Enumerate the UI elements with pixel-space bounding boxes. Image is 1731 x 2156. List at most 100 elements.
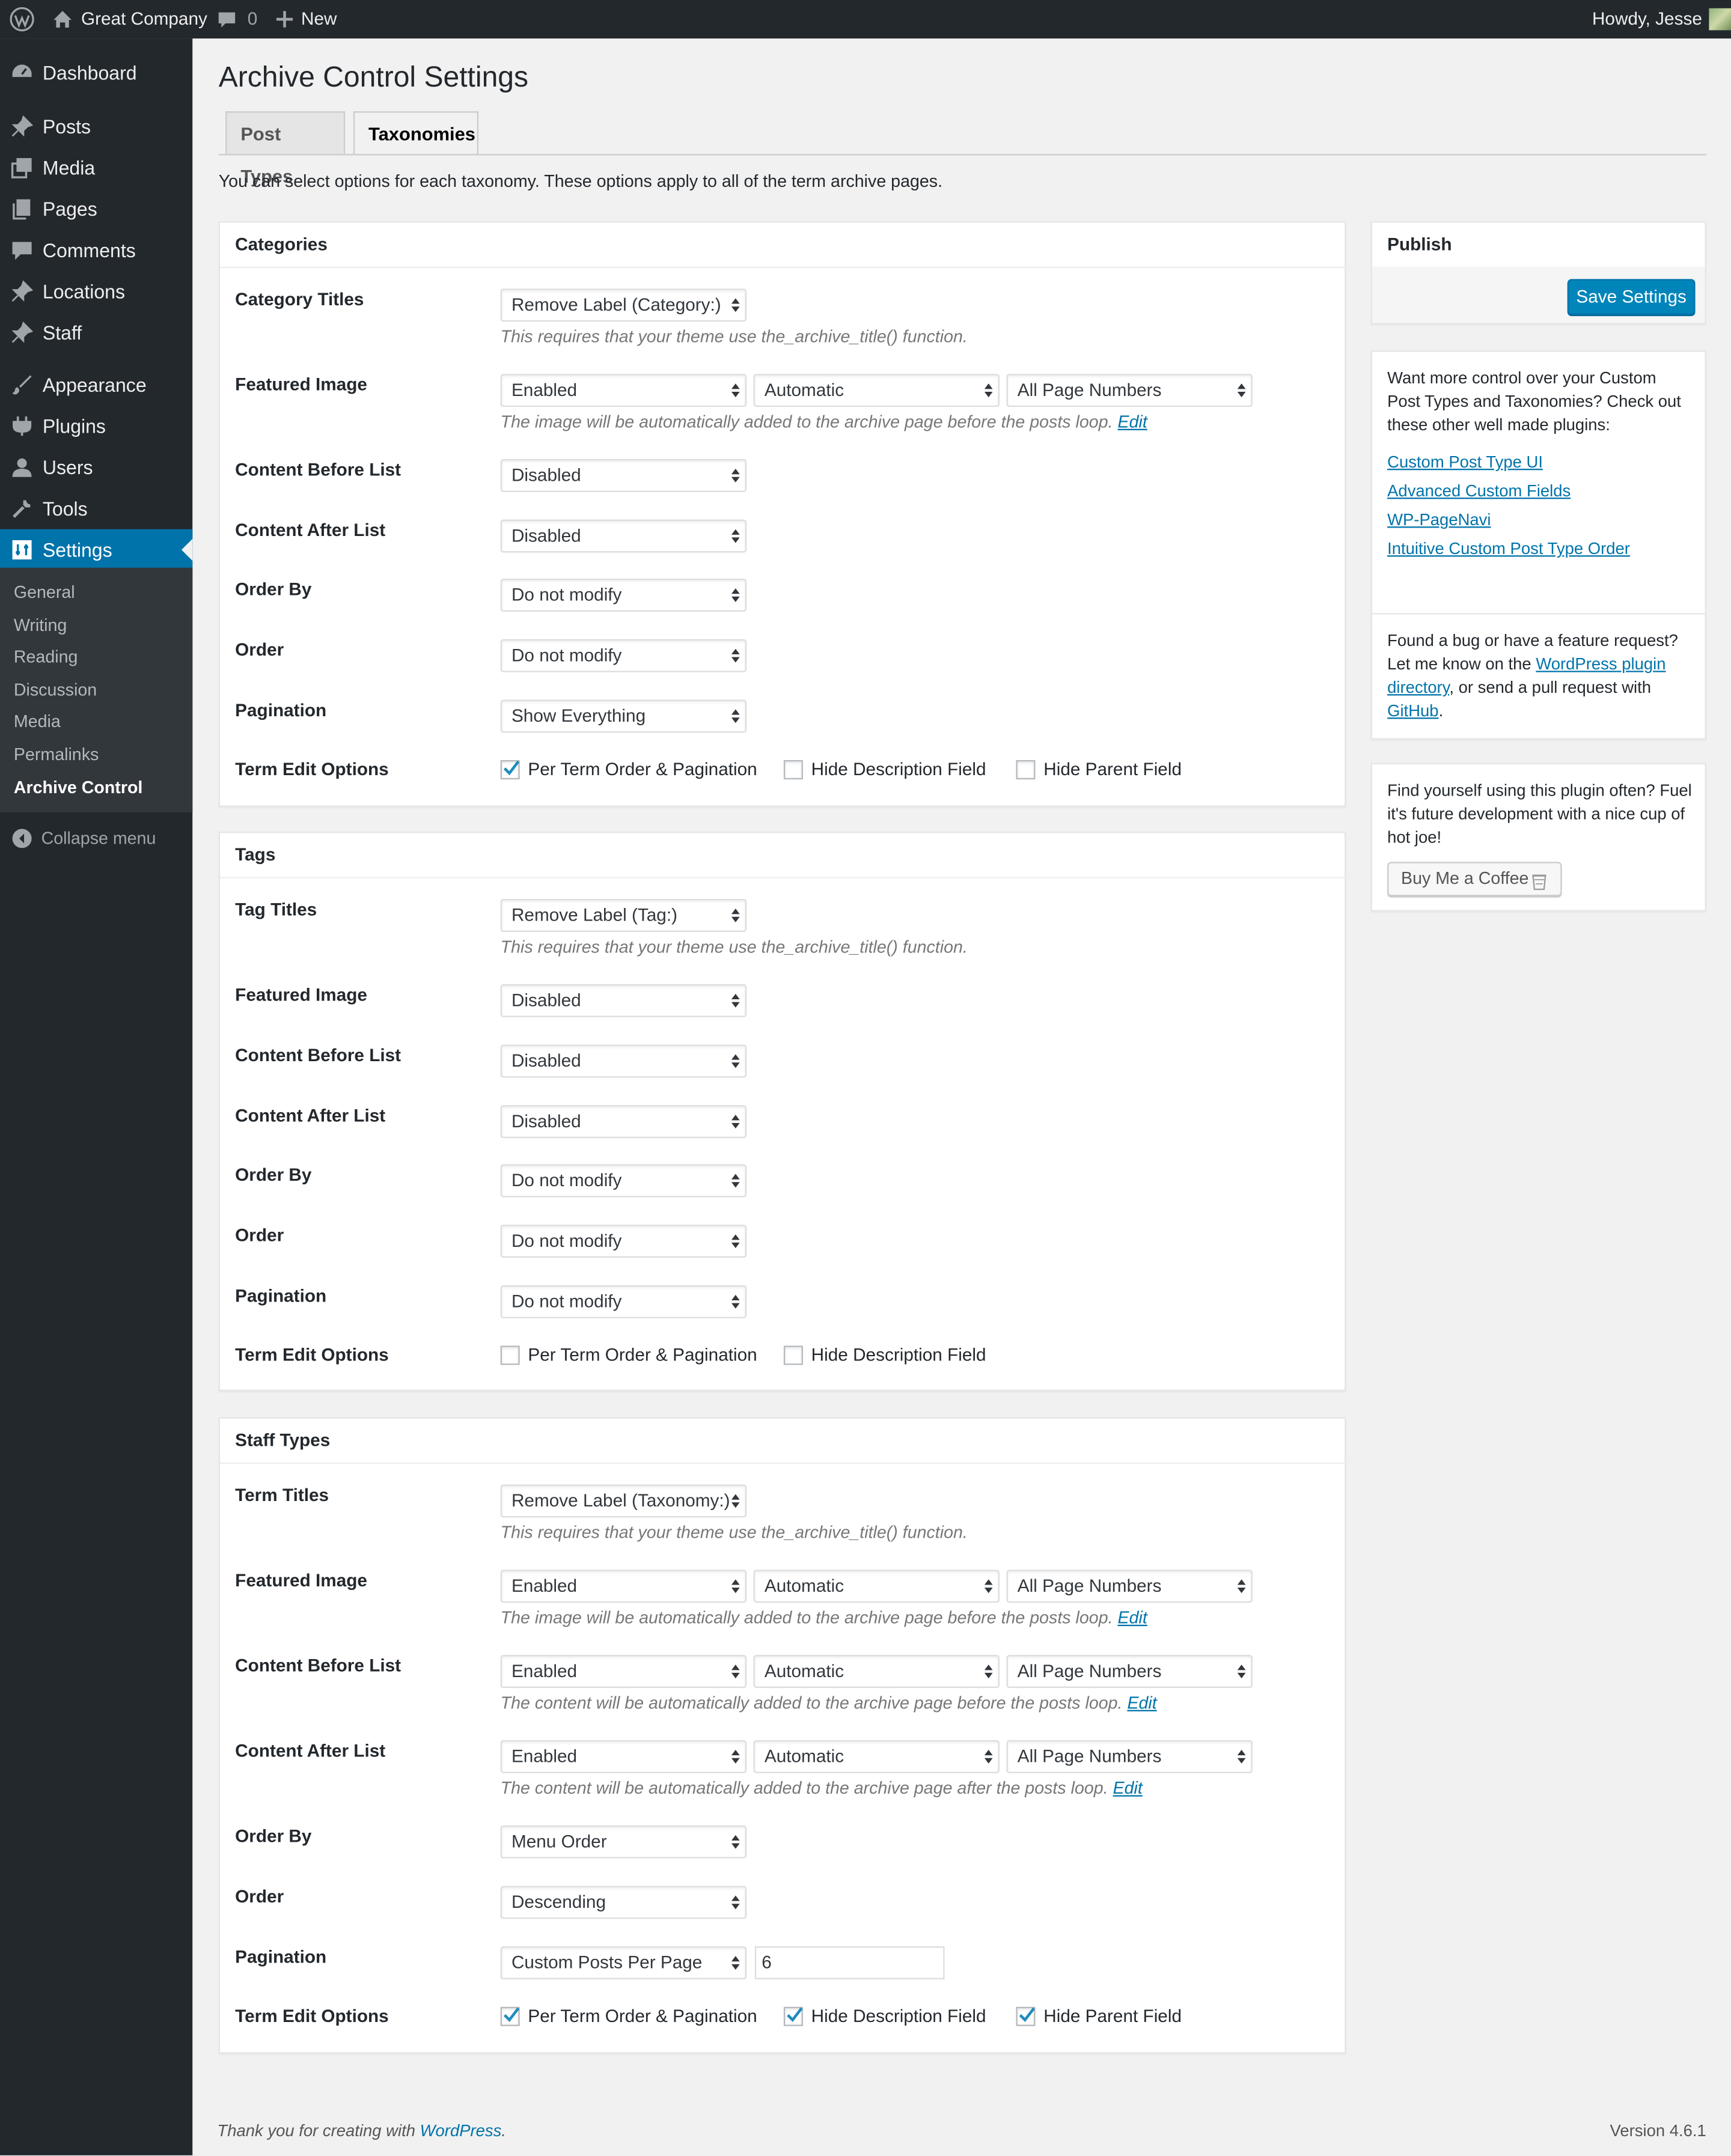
featured-image-pages-select[interactable]: All Page Numbers <box>1006 1570 1253 1603</box>
site-name: Great Company <box>81 8 207 29</box>
sidebar-item-staff[interactable]: Staff <box>0 312 192 353</box>
content-after-select[interactable]: Disabled <box>500 1105 747 1139</box>
select-arrows-icon <box>731 298 740 312</box>
submenu-item-general[interactable]: General <box>14 583 75 602</box>
select-value: Do not modify <box>511 644 622 666</box>
hide-description-checkbox[interactable] <box>783 760 803 780</box>
github-link[interactable]: GitHub <box>1387 701 1438 720</box>
hide-description-label[interactable]: Hide Description Field <box>811 759 986 779</box>
comments-link[interactable]: 0 <box>217 0 257 38</box>
per-term-order-checkbox[interactable] <box>500 760 520 780</box>
select-arrows-icon <box>731 529 740 543</box>
pagination-select[interactable]: Do not modify <box>500 1285 747 1318</box>
hide-parent-checkbox[interactable] <box>1016 760 1036 780</box>
hide-description-label[interactable]: Hide Description Field <box>811 2006 986 2026</box>
content-after-label: Content After List <box>235 1105 386 1126</box>
save-settings-button[interactable]: Save Settings <box>1567 279 1696 315</box>
per-term-order-label[interactable]: Per Term Order & Pagination <box>528 2006 757 2026</box>
content-before-select[interactable]: Disabled <box>500 459 747 492</box>
per-term-order-label[interactable]: Per Term Order & Pagination <box>528 1344 757 1365</box>
select-arrows-icon <box>731 1115 740 1129</box>
sidebar-item-dashboard[interactable]: Dashboard <box>0 52 192 94</box>
order-select[interactable]: Descending <box>500 1886 747 1919</box>
wp-pagenavi-link[interactable]: WP-PageNavi <box>1387 510 1491 529</box>
wordpress-logo-icon[interactable] <box>10 0 34 38</box>
featured-image-mode-select[interactable]: Automatic <box>753 374 1000 407</box>
submenu-item-permalinks[interactable]: Permalinks <box>14 745 99 764</box>
pagination-select[interactable]: Show Everything <box>500 699 747 733</box>
sidebar-item-users[interactable]: Users <box>0 446 192 488</box>
edit-link[interactable]: Edit <box>1127 1693 1156 1713</box>
select-value: Custom Posts Per Page <box>511 1952 703 1973</box>
sidebar-item-settings[interactable]: Settings <box>0 529 193 571</box>
sidebar-item-comments[interactable]: Comments <box>0 230 192 271</box>
content-after-pages-select[interactable]: All Page Numbers <box>1006 1740 1253 1773</box>
order-by-select[interactable]: Menu Order <box>500 1825 747 1859</box>
submenu-item-media[interactable]: Media <box>14 712 61 731</box>
sidebar-item-plugins[interactable]: Plugins <box>0 406 192 447</box>
per-term-order-checkbox[interactable] <box>500 1345 520 1365</box>
per-term-order-checkbox[interactable] <box>500 2006 520 2026</box>
order-label: Order <box>235 1225 284 1246</box>
sidebar-item-appearance[interactable]: Appearance <box>0 364 192 406</box>
sidebar-item-label: Dashboard <box>42 61 137 84</box>
tag-titles-select[interactable]: Remove Label (Tag:) <box>500 899 747 932</box>
my-account-link[interactable]: Howdy, Jesse <box>1592 0 1731 38</box>
collapse-menu-button[interactable]: Collapse menu <box>0 818 192 859</box>
content-after-mode-select[interactable]: Automatic <box>753 1740 1000 1773</box>
featured-image-select[interactable]: Enabled <box>500 1570 747 1603</box>
hide-parent-label[interactable]: Hide Parent Field <box>1043 2006 1182 2026</box>
intuitive-cpt-order-link[interactable]: Intuitive Custom Post Type Order <box>1387 539 1630 558</box>
sidebar-item-posts[interactable]: Posts <box>0 106 192 147</box>
sidebar-item-tools[interactable]: Tools <box>0 488 192 529</box>
featured-image-pages-select[interactable]: All Page Numbers <box>1006 374 1253 407</box>
tab-post-types[interactable]: Post Types <box>225 111 346 187</box>
content-after-select[interactable]: Enabled <box>500 1740 747 1773</box>
order-select[interactable]: Do not modify <box>500 639 747 672</box>
wordpress-link[interactable]: WordPress <box>420 2121 502 2140</box>
advanced-custom-fields-link[interactable]: Advanced Custom Fields <box>1387 481 1571 501</box>
sidebar-item-label: Staff <box>42 321 82 344</box>
featured-image-select[interactable]: Enabled <box>500 374 747 407</box>
custom-post-type-ui-link[interactable]: Custom Post Type UI <box>1387 452 1543 472</box>
hide-parent-label[interactable]: Hide Parent Field <box>1043 759 1182 779</box>
content-before-pages-select[interactable]: All Page Numbers <box>1006 1655 1253 1689</box>
edit-link[interactable]: Edit <box>1118 1608 1147 1627</box>
submenu-item-archive-control[interactable]: Archive Control <box>14 778 142 797</box>
order-select[interactable]: Do not modify <box>500 1225 747 1258</box>
order-by-select[interactable]: Do not modify <box>500 579 747 612</box>
hide-description-checkbox[interactable] <box>783 1345 803 1365</box>
checkmark-icon <box>1019 2007 1036 2022</box>
per-term-order-label[interactable]: Per Term Order & Pagination <box>528 759 757 779</box>
edit-link[interactable]: Edit <box>1113 1779 1143 1798</box>
sidebar-item-media[interactable]: Media <box>0 147 192 189</box>
content-before-select[interactable]: Disabled <box>500 1044 747 1078</box>
content-before-select[interactable]: Enabled <box>500 1655 747 1689</box>
order-label: Order <box>235 1886 284 1907</box>
submenu-item-discussion[interactable]: Discussion <box>14 680 97 699</box>
order-by-select[interactable]: Do not modify <box>500 1164 747 1198</box>
select-value: Do not modify <box>511 1169 622 1191</box>
site-home-link[interactable]: Great Company <box>52 0 207 38</box>
buy-coffee-button[interactable]: Buy Me a Coffee <box>1387 862 1562 897</box>
sidebar-item-pages[interactable]: Pages <box>0 188 192 230</box>
tab-taxonomies[interactable]: Taxonomies <box>353 111 479 156</box>
sidebar-item-locations[interactable]: Locations <box>0 271 192 312</box>
content-after-select[interactable]: Disabled <box>500 519 747 553</box>
submenu-item-reading[interactable]: Reading <box>14 647 78 666</box>
featured-image-label: Featured Image <box>235 374 367 395</box>
hide-parent-checkbox[interactable] <box>1016 2006 1036 2026</box>
pagination-select[interactable]: Custom Posts Per Page <box>500 1946 747 1980</box>
submenu-item-writing[interactable]: Writing <box>14 616 67 635</box>
featured-image-mode-select[interactable]: Automatic <box>753 1570 1000 1603</box>
hide-description-label[interactable]: Hide Description Field <box>811 1344 986 1365</box>
posts-per-page-input[interactable]: 6 <box>754 1946 945 1980</box>
hide-description-checkbox[interactable] <box>783 2006 803 2026</box>
edit-link[interactable]: Edit <box>1118 412 1147 431</box>
new-content-button[interactable]: New <box>276 0 337 38</box>
category-titles-select[interactable]: Remove Label (Category:) <box>500 288 747 322</box>
term-titles-select[interactable]: Remove Label (Taxonomy:) <box>500 1484 747 1518</box>
featured-image-select[interactable]: Disabled <box>500 984 747 1017</box>
content-before-mode-select[interactable]: Automatic <box>753 1655 1000 1689</box>
sidebar-item-label: Locations <box>42 280 126 303</box>
